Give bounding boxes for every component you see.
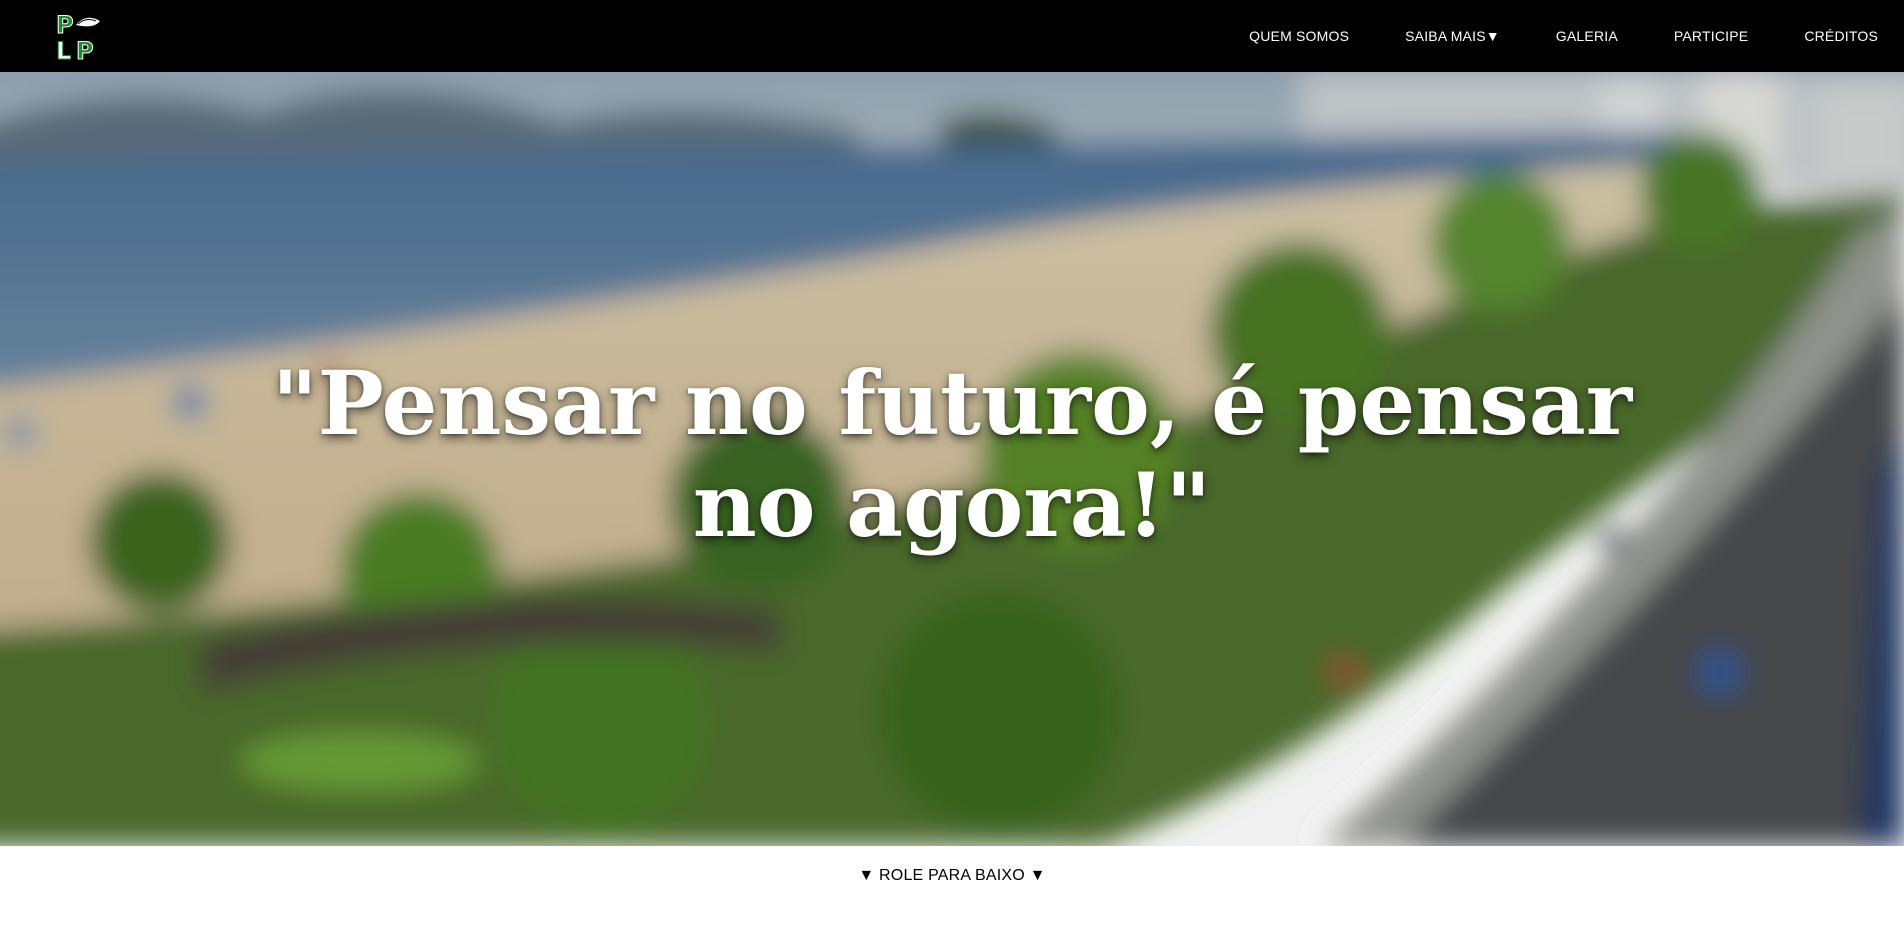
nav-saiba-mais-dropdown[interactable]: SAIBA MAIS▼ bbox=[1405, 28, 1500, 44]
svg-text:P: P bbox=[76, 37, 94, 63]
nav-quem-somos[interactable]: QUEM SOMOS bbox=[1249, 28, 1349, 44]
hero-quote: "Pensar no futuro, é pensar no agora!" bbox=[271, 351, 1633, 557]
svg-text:P: P bbox=[56, 11, 74, 39]
site-logo[interactable]: P L P bbox=[56, 11, 118, 66]
hero-section: "Pensar no futuro, é pensar no agora!" bbox=[0, 72, 1904, 846]
nav-galeria[interactable]: GALERIA bbox=[1556, 28, 1618, 44]
top-navbar: P L P QUEM SOMOS SAIBA MAIS▼ GALERIA PAR… bbox=[0, 0, 1904, 72]
svg-text:L: L bbox=[56, 37, 71, 63]
main-nav: QUEM SOMOS SAIBA MAIS▼ GALERIA PARTICIPE… bbox=[1249, 0, 1878, 72]
logo-icon: P L P bbox=[56, 11, 100, 66]
scroll-down-hint[interactable]: ▼ ROLE PARA BAIXO ▼ bbox=[0, 846, 1904, 906]
nav-creditos[interactable]: CRÉDITOS bbox=[1804, 28, 1878, 44]
nav-participe[interactable]: PARTICIPE bbox=[1674, 28, 1748, 44]
